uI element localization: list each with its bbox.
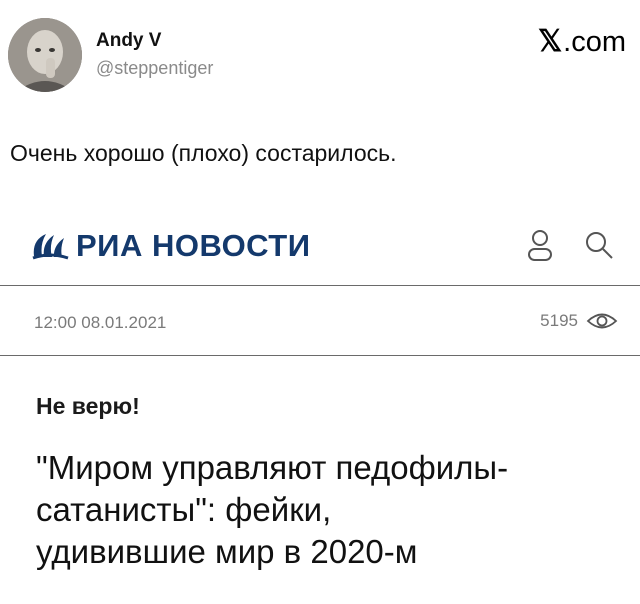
- divider: [0, 285, 640, 286]
- author-handle[interactable]: @steppentiger: [96, 58, 213, 79]
- article-title-line: удивившие мир в 2020-м: [36, 533, 418, 570]
- article-title[interactable]: "Миром управляют педофилы- сатанисты": ф…: [36, 447, 626, 573]
- tweet-text: Очень хорошо (плохо) состарилось.: [10, 140, 397, 166]
- view-count-value: 5195: [540, 311, 578, 330]
- ria-header: РИА НОВОСТИ: [0, 215, 640, 275]
- view-count: 5195: [540, 311, 618, 331]
- author-name[interactable]: Andy V: [96, 30, 161, 52]
- article-tag[interactable]: Не верю!: [36, 393, 140, 420]
- eye-icon: [586, 313, 618, 329]
- site-name: РИА НОВОСТИ: [76, 228, 311, 263]
- avatar[interactable]: [8, 18, 82, 92]
- tweet-header: Andy V @steppentiger 𝕏 .com: [0, 0, 640, 110]
- article-title-line: "Миром управляют педофилы-: [36, 449, 509, 486]
- user-icon[interactable]: [525, 228, 555, 262]
- search-icon[interactable]: [584, 230, 614, 260]
- article-title-line: сатанисты": фейки,: [36, 491, 332, 528]
- ria-logo[interactable]: РИА НОВОСТИ: [30, 228, 311, 264]
- article-timestamp: 12:00 08.01.2021: [34, 313, 167, 332]
- x-logo-icon: 𝕏: [537, 25, 563, 58]
- avatar-photo-icon: [8, 18, 82, 92]
- ria-globe-icon: [32, 234, 69, 260]
- divider: [0, 355, 640, 356]
- source-domain: .com: [563, 26, 626, 58]
- source-logo[interactable]: 𝕏 .com: [538, 24, 626, 59]
